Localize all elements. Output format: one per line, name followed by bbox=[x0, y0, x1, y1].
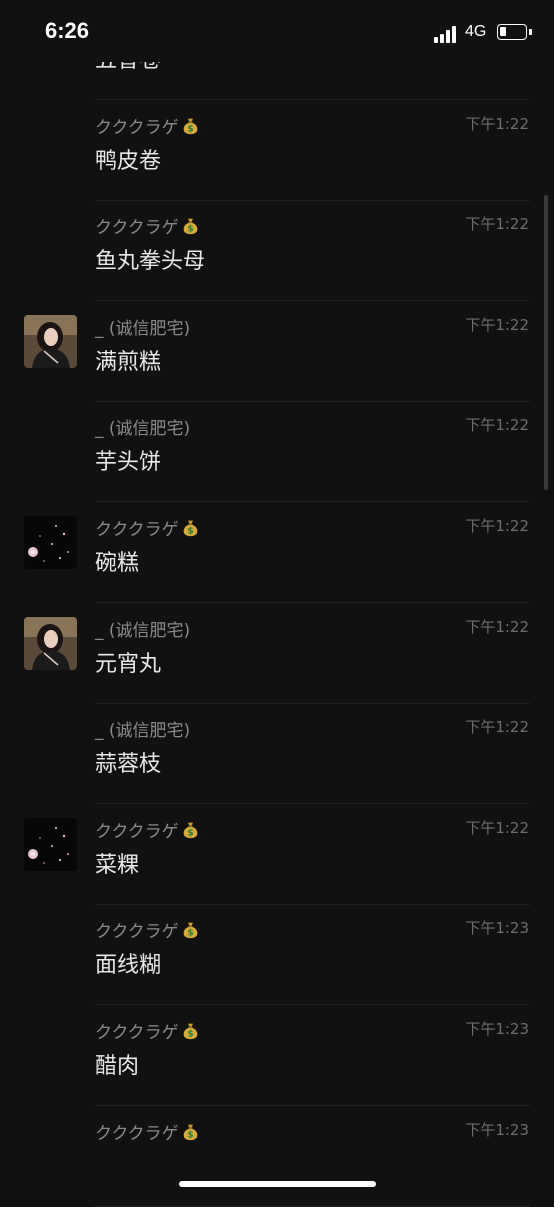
money-bag-icon bbox=[182, 217, 199, 235]
message-row[interactable]: クククラゲ菜粿 下午1:22 bbox=[0, 805, 554, 905]
message-time: 下午1:22 bbox=[465, 718, 529, 737]
message-row[interactable]: _ (诚信肥宅) 满煎糕 下午1:22 bbox=[0, 302, 554, 402]
message-row[interactable]: _ (诚信肥宅) 元宵丸 下午1:22 bbox=[0, 604, 554, 704]
message-row[interactable]: クククラゲ面线糊 下午1:23 bbox=[0, 905, 554, 1006]
message-row[interactable]: クククラゲ 下午1:23 bbox=[0, 1107, 554, 1207]
message-row[interactable]: _ (诚信肥宅) 蒜蓉枝 下午1:22 bbox=[0, 704, 554, 805]
sender-name: _ (诚信肥宅) bbox=[95, 419, 191, 440]
battery-icon bbox=[497, 24, 527, 40]
message-text[interactable]: 蒜蓉枝 bbox=[95, 746, 161, 778]
home-indicator[interactable] bbox=[179, 1181, 376, 1187]
message-row[interactable]: クククラゲ醋肉 下午1:23 bbox=[0, 1006, 554, 1106]
message-row[interactable]: クククラゲ鱼丸拳头母 下午1:22 bbox=[0, 201, 554, 302]
money-bag-icon bbox=[182, 1123, 199, 1141]
sender-name: クククラゲ bbox=[95, 213, 199, 238]
sender-name: クククラゲ bbox=[95, 917, 199, 942]
message-row[interactable]: クククラゲ鸭皮卷 下午1:22 bbox=[0, 101, 554, 201]
message-text[interactable]: 面线糊 bbox=[95, 947, 161, 979]
message-text[interactable]: 元宵丸 bbox=[95, 646, 161, 678]
message-time: 下午1:23 bbox=[465, 1020, 529, 1038]
sender-name: _ (诚信肥宅) bbox=[95, 318, 191, 339]
divider bbox=[95, 1205, 530, 1207]
sender-name: _ (诚信肥宅) bbox=[95, 620, 191, 641]
message-time: 下午1:22 bbox=[465, 416, 529, 435]
message-time: 下午1:23 bbox=[465, 1120, 529, 1139]
money-bag-icon bbox=[182, 921, 199, 939]
message-text[interactable]: 菜粿 bbox=[95, 847, 139, 879]
message-time: 下午1:22 bbox=[465, 818, 529, 837]
message-text[interactable]: 碗糕 bbox=[95, 545, 139, 577]
avatar[interactable] bbox=[24, 818, 77, 871]
message-time: 下午1:23 bbox=[465, 919, 529, 938]
message-time: 下午1:22 bbox=[465, 315, 529, 334]
message-row[interactable]: _ (诚信肥宅) 芋头饼 下午1:22 bbox=[0, 402, 554, 503]
money-bag-icon bbox=[182, 117, 199, 135]
message-time: 下午1:22 bbox=[465, 114, 529, 133]
sender-name: クククラゲ bbox=[95, 515, 199, 540]
money-bag-icon bbox=[182, 821, 199, 839]
message-text[interactable]: 满煎糕 bbox=[95, 344, 161, 376]
sender-name: クククラゲ bbox=[95, 1119, 199, 1144]
battery-cap bbox=[529, 29, 532, 35]
status-time: 6:26 bbox=[45, 18, 90, 43]
message-time: 下午1:22 bbox=[465, 215, 529, 234]
sender-name: _ (诚信肥宅) bbox=[95, 721, 191, 742]
scrollbar[interactable] bbox=[544, 195, 548, 490]
money-bag-icon bbox=[182, 1022, 199, 1040]
message-text[interactable]: 芋头饼 bbox=[95, 444, 161, 476]
message-time: 下午1:22 bbox=[465, 517, 529, 535]
avatar[interactable] bbox=[24, 315, 77, 368]
message-text[interactable]: 鸭皮卷 bbox=[95, 143, 161, 175]
message-text[interactable]: 醋肉 bbox=[95, 1048, 139, 1080]
network-type: 4G bbox=[465, 23, 487, 40]
message-row[interactable]: クククラゲ碗糕 下午1:22 bbox=[0, 503, 554, 603]
money-bag-icon bbox=[182, 519, 199, 537]
avatar[interactable] bbox=[24, 516, 77, 569]
message-text[interactable]: 鱼丸拳头母 bbox=[95, 243, 205, 275]
avatar[interactable] bbox=[24, 617, 77, 670]
sender-name: クククラゲ bbox=[95, 113, 199, 138]
signal-icon bbox=[434, 25, 460, 43]
sender-name: クククラゲ bbox=[95, 817, 199, 842]
sender-name: クククラゲ bbox=[95, 1018, 199, 1043]
status-bar: 6:26 4G bbox=[0, 0, 554, 62]
message-time: 下午1:22 bbox=[465, 617, 529, 636]
